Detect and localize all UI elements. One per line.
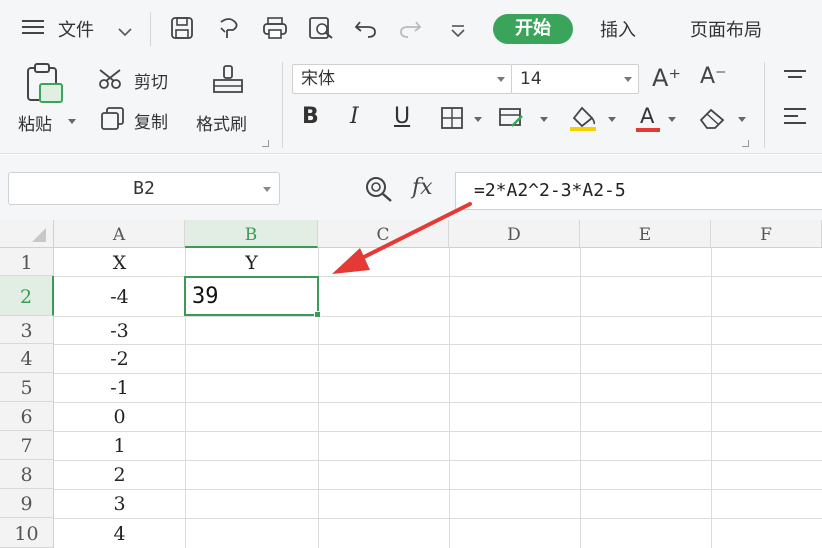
cell-a4[interactable]: -2 [54,344,185,375]
cell-style-icon[interactable] [498,106,526,134]
menu-bar: 文件 开始 插入 页面布局 [0,0,822,56]
increase-font-size-button[interactable]: A⁺ [652,64,681,92]
gridline [580,248,581,548]
copy-button[interactable]: 复制 [134,108,168,133]
decrease-font-size-button[interactable]: A⁻ [700,64,727,89]
hamburger-menu-icon[interactable] [22,18,44,36]
chevron-down-icon[interactable] [118,22,132,41]
font-size-value: 14 [520,69,542,89]
underline-button[interactable]: U [394,104,410,129]
undo-icon[interactable] [354,18,378,42]
format-painter-button[interactable]: 格式刷 [196,110,247,135]
column-header-a[interactable]: A [54,220,185,248]
font-name-select[interactable]: 宋体 [292,64,512,94]
format-painter-icon[interactable] [210,64,246,104]
eraser-icon[interactable] [698,106,726,134]
gridline [449,248,450,548]
cell-a6[interactable]: 0 [54,402,185,433]
cell-a5[interactable]: -1 [54,373,185,404]
cell-b1[interactable]: Y [185,248,318,278]
chevron-down-icon[interactable] [263,187,271,192]
print-icon[interactable] [262,16,288,44]
export-pdf-icon[interactable] [217,16,241,44]
font-size-select[interactable]: 14 [511,64,639,94]
row-header-3[interactable]: 3 [0,316,54,344]
column-header-e[interactable]: E [580,220,711,248]
font-name-value: 宋体 [301,69,335,89]
name-box-value: B2 [133,178,155,199]
paste-button[interactable]: 粘贴 [18,110,52,135]
cell-style-dropdown-icon[interactable] [540,117,548,122]
cell-a2[interactable]: -4 [54,276,185,318]
chevron-down-icon [497,77,505,82]
save-icon[interactable] [170,16,194,44]
cell-a7[interactable]: 1 [54,431,185,462]
name-box[interactable]: B2 [8,172,280,205]
align-top-icon[interactable] [782,68,808,87]
row-header-9[interactable]: 9 [0,489,54,518]
redo-icon[interactable] [398,18,422,42]
paste-icon[interactable] [22,62,64,108]
font-color-letter: A [640,104,655,128]
formula-input[interactable]: =2*A2^2-3*A2-5 [455,172,822,210]
print-preview-icon[interactable] [308,16,334,44]
column-header-f[interactable]: F [711,220,822,248]
divider [764,62,765,148]
fill-color-dropdown-icon[interactable] [608,117,616,122]
clear-dropdown-icon[interactable] [738,117,746,122]
chevron-down-icon [624,77,632,82]
column-header-b[interactable]: B [185,220,318,248]
cell-a3[interactable]: -3 [54,316,185,346]
selected-cell-b2[interactable]: 39 [184,276,321,318]
tab-insert[interactable]: 插入 [600,16,636,42]
row-header-6[interactable]: 6 [0,402,54,431]
tab-page-layout[interactable]: 页面布局 [690,16,762,42]
cell-a8[interactable]: 2 [54,460,185,491]
cell-a10[interactable]: 4 [54,518,185,548]
ribbon-toolbar: 粘贴 剪切 复制 格式刷 宋体 14 A⁺ A⁻ B I U A [0,56,822,154]
row-header-1[interactable]: 1 [0,248,54,276]
copy-icon[interactable] [100,106,126,134]
cell-a1[interactable]: X [54,248,185,278]
tab-home[interactable]: 开始 [493,14,573,44]
annotation-arrow [332,202,472,274]
cell-a9[interactable]: 3 [54,489,185,520]
row-header-2[interactable]: 2 [0,276,54,316]
fill-color-icon[interactable] [568,104,598,136]
row-header-10[interactable]: 10 [0,518,54,548]
cut-button[interactable]: 剪切 [134,68,168,93]
clipboard-group-launcher[interactable] [262,140,269,147]
italic-button[interactable]: I [350,104,359,129]
row-header-4[interactable]: 4 [0,344,54,373]
borders-dropdown-icon[interactable] [474,117,482,122]
paste-dropdown-icon[interactable] [68,119,76,124]
select-all-corner[interactable] [0,220,54,248]
customize-toolbar-icon[interactable] [450,22,466,41]
file-menu[interactable]: 文件 [58,16,94,42]
row-header-7[interactable]: 7 [0,431,54,460]
divider [150,12,151,46]
row-header-5[interactable]: 5 [0,373,54,402]
spreadsheet-grid: A B C D E F 1 2 3 4 5 6 7 8 9 10 X -4 -3… [0,202,822,548]
font-color-dropdown-icon[interactable] [668,117,676,122]
fill-handle[interactable] [314,311,321,318]
cell-b2-value: 39 [192,284,219,309]
font-color-icon[interactable]: A [636,104,662,134]
align-left-icon[interactable] [782,106,808,132]
font-group-launcher[interactable] [742,140,749,147]
gridline [711,248,712,548]
scissors-icon[interactable] [98,68,126,94]
bold-button[interactable]: B [302,104,319,129]
borders-icon[interactable] [440,106,464,134]
divider [282,62,283,148]
row-header-8[interactable]: 8 [0,460,54,489]
